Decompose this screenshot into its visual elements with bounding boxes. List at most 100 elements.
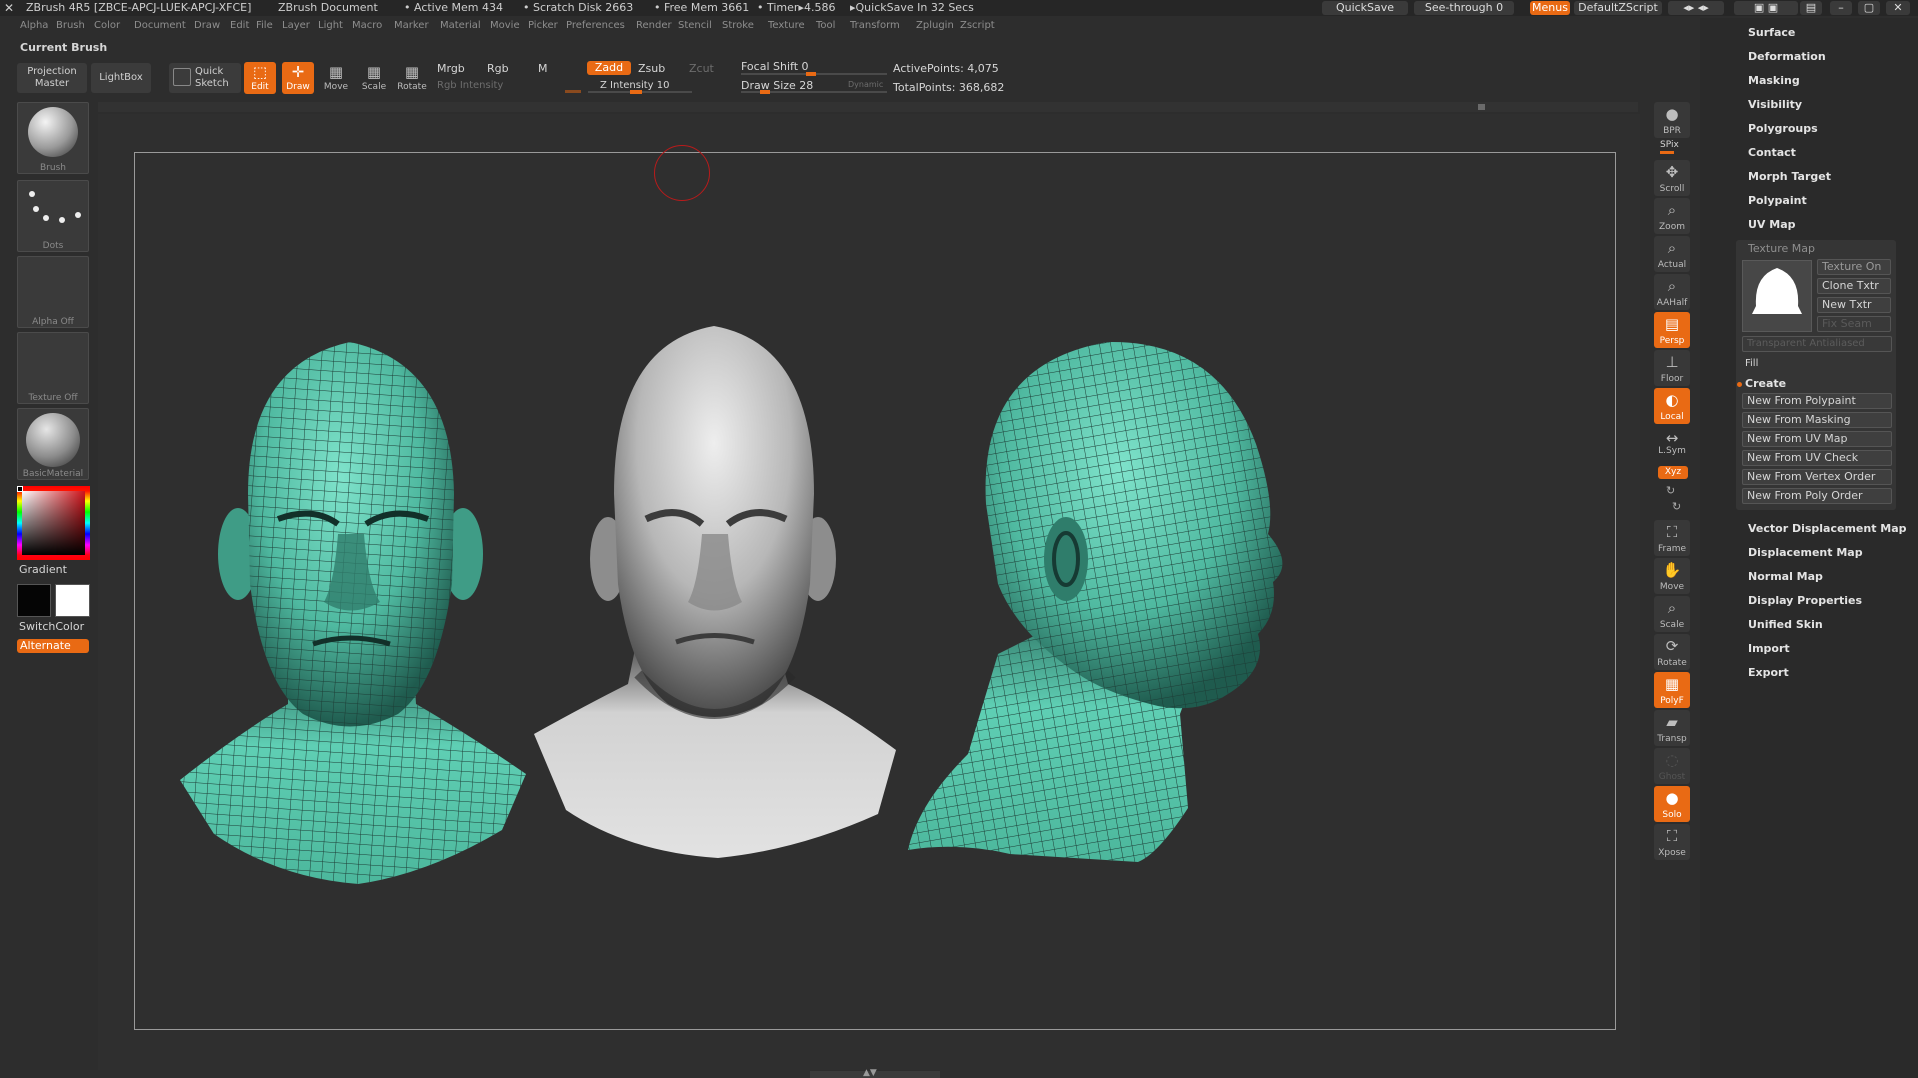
palette-polygroups[interactable]: Polygroups [1748, 122, 1818, 135]
create-section[interactable]: Create [1745, 377, 1786, 390]
rotate-mode-button[interactable]: ▦ Rotate [396, 62, 428, 94]
window-layout-icon[interactable]: ▣ ▣ [1734, 1, 1798, 15]
xyz-button[interactable]: Xyz [1658, 466, 1688, 479]
texture-on-button[interactable]: Texture On [1817, 259, 1891, 275]
ghost-button[interactable]: ◌ Ghost [1654, 748, 1690, 784]
new-from-masking-button[interactable]: New From Masking [1742, 412, 1892, 428]
rotate-z-icon[interactable]: ↻ [1672, 500, 1681, 513]
edit-mode-button[interactable]: ⬚ Edit [244, 62, 276, 94]
menu-color[interactable]: Color [94, 20, 120, 31]
scale-mode-button[interactable]: ▦ Scale [358, 62, 390, 94]
layout-arrows-icon[interactable]: ◂▸ ◂▸ [1668, 1, 1724, 15]
move-mode-button[interactable]: ▦ Move [320, 62, 352, 94]
new-from-uv-check-button[interactable]: New From UV Check [1742, 450, 1892, 466]
menu-brush[interactable]: Brush [56, 20, 85, 31]
scroll-button[interactable]: ✥ Scroll [1654, 160, 1690, 196]
menu-zplugin[interactable]: Zplugin [916, 20, 954, 31]
gradient-button[interactable]: Gradient [19, 563, 67, 576]
palette-uv-map[interactable]: UV Map [1748, 218, 1796, 231]
menu-stroke[interactable]: Stroke [722, 20, 754, 31]
focal-shift-slider[interactable]: Focal Shift 0 [741, 60, 809, 73]
actual-button[interactable]: ⌕ Actual [1654, 236, 1690, 272]
menu-transform[interactable]: Transform [850, 20, 900, 31]
color-picker[interactable] [17, 486, 90, 560]
canvas-scroll-handle[interactable] [1478, 104, 1485, 110]
rotate-view-button[interactable]: ⟳ Rotate [1654, 634, 1690, 670]
menu-preferences[interactable]: Preferences [566, 20, 625, 31]
lock-icon[interactable]: ▤ [1800, 1, 1822, 15]
menu-texture[interactable]: Texture [768, 20, 805, 31]
zcut-button[interactable]: Zcut [689, 62, 714, 75]
menu-edit[interactable]: Edit [230, 20, 249, 31]
palette-deformation[interactable]: Deformation [1748, 50, 1826, 63]
brush-slot[interactable]: Brush [17, 102, 89, 174]
see-through-slider[interactable]: See-through 0 [1414, 1, 1514, 15]
fill-label[interactable]: Fill [1745, 358, 1758, 369]
polyf-button[interactable]: ▦ PolyF [1654, 672, 1690, 708]
menu-picker[interactable]: Picker [528, 20, 558, 31]
dynamic-button[interactable]: Dynamic [848, 80, 883, 89]
fix-seam-button[interactable]: Fix Seam [1817, 316, 1891, 332]
canvas-top-scrollbar[interactable] [98, 102, 1638, 112]
new-from-polypaint-button[interactable]: New From Polypaint [1742, 393, 1892, 409]
scale-view-button[interactable]: ⌕ Scale [1654, 596, 1690, 632]
projection-master-button[interactable]: Projection Master [17, 63, 87, 93]
z-intensity-thumb[interactable] [630, 90, 642, 94]
persp-button[interactable]: ▤ Persp [1654, 312, 1690, 348]
close-icon[interactable]: ✕ [1886, 1, 1910, 15]
zadd-button[interactable]: Zadd [587, 61, 631, 75]
quicksave-button[interactable]: QuickSave [1322, 1, 1408, 15]
draw-mode-button[interactable]: ✛ Draw [282, 62, 314, 94]
focal-shift-thumb[interactable] [806, 72, 816, 76]
bpr-button[interactable]: ● BPR [1654, 102, 1690, 138]
new-from-uv-map-button[interactable]: New From UV Map [1742, 431, 1892, 447]
color-picker-marker[interactable] [17, 486, 23, 492]
menu-light[interactable]: Light [318, 20, 343, 31]
frame-button[interactable]: ⛶ Frame [1654, 520, 1690, 556]
new-from-poly-order-button[interactable]: New From Poly Order [1742, 488, 1892, 504]
rotate-y-icon[interactable]: ↻ [1666, 484, 1675, 497]
solo-button[interactable]: ● Solo [1654, 786, 1690, 822]
lightbox-button[interactable]: LightBox [91, 63, 151, 93]
menu-macro[interactable]: Macro [352, 20, 382, 31]
move-view-button[interactable]: ✋ Move [1654, 558, 1690, 594]
zsub-button[interactable]: Zsub [638, 62, 665, 75]
menu-stencil[interactable]: Stencil [678, 20, 712, 31]
m-button[interactable]: M [538, 62, 548, 75]
palette-morph-target[interactable]: Morph Target [1748, 170, 1831, 183]
palette-normal-map[interactable]: Normal Map [1748, 570, 1823, 583]
menu-alpha[interactable]: Alpha [20, 20, 48, 31]
transparent-antialiased-button[interactable]: Transparent Antialiased [1742, 336, 1892, 352]
new-txtr-button[interactable]: New Txtr [1817, 297, 1891, 313]
menu-file[interactable]: File [256, 20, 273, 31]
menu-movie[interactable]: Movie [490, 20, 520, 31]
texture-slot[interactable]: Texture Off [17, 332, 89, 404]
palette-vector-displacement-map[interactable]: Vector Displacement Map [1748, 522, 1907, 535]
menu-tool[interactable]: Tool [816, 20, 835, 31]
switch-color-button[interactable]: SwitchColor [19, 620, 84, 633]
material-slot[interactable]: BasicMaterial [17, 408, 89, 480]
lsym-button[interactable]: ↔ L.Sym [1654, 430, 1690, 458]
palette-displacement-map[interactable]: Displacement Map [1748, 546, 1863, 559]
draw-size-thumb[interactable] [760, 90, 770, 94]
palette-masking[interactable]: Masking [1748, 74, 1800, 87]
menu-draw[interactable]: Draw [194, 20, 220, 31]
palette-contact[interactable]: Contact [1748, 146, 1796, 159]
palette-display-properties[interactable]: Display Properties [1748, 594, 1862, 607]
minimize-icon[interactable]: – [1830, 1, 1852, 15]
aahalf-button[interactable]: ⌕ AAHalf [1654, 274, 1690, 310]
head-front-clay[interactable] [534, 326, 896, 858]
texture-map-title[interactable]: Texture Map [1748, 242, 1815, 255]
rgb-intensity-slider[interactable]: Rgb Intensity [437, 80, 503, 91]
transp-button[interactable]: ▰ Transp [1654, 710, 1690, 746]
palette-unified-skin[interactable]: Unified Skin [1748, 618, 1823, 631]
menu-layer[interactable]: Layer [282, 20, 310, 31]
floor-button[interactable]: ⊥ Floor [1654, 350, 1690, 386]
menu-render[interactable]: Render [636, 20, 672, 31]
menus-button[interactable]: Menus [1530, 1, 1570, 15]
spix-slider[interactable]: SPix [1660, 140, 1679, 150]
maximize-icon[interactable]: ▢ [1858, 1, 1880, 15]
clone-txtr-button[interactable]: Clone Txtr [1817, 278, 1891, 294]
spix-thumb[interactable] [1660, 151, 1674, 154]
stroke-slot[interactable]: Dots [17, 180, 89, 252]
